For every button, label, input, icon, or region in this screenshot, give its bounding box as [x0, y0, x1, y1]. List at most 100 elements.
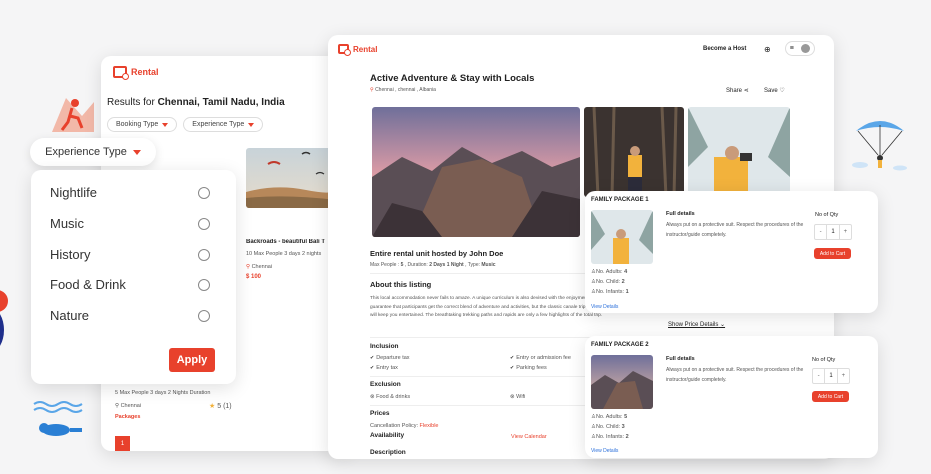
full-details-title: Full details — [666, 211, 695, 217]
paraglider-illustration — [850, 113, 910, 173]
about-text: This local accommodation never fails to … — [370, 296, 608, 318]
detail-brand[interactable]: Rental — [338, 44, 378, 56]
radio-button[interactable] — [198, 309, 210, 322]
option-music[interactable]: Music — [50, 216, 210, 231]
adults-value: 4 — [624, 269, 628, 275]
result-card2-rating-text: 5 (1) — [217, 403, 232, 410]
location-pin-icon: ⚲ — [246, 264, 251, 270]
results-filters: Booking Type Experience Type — [107, 117, 264, 132]
qty-value[interactable]: 1 — [824, 369, 838, 383]
gallery-image-2[interactable] — [584, 107, 684, 197]
save-button[interactable]: Save ♡ — [764, 87, 785, 94]
menu-icon: ≡ — [789, 45, 794, 52]
radio-button[interactable] — [198, 248, 210, 261]
quantity-stepper[interactable]: -1 + — [812, 368, 850, 384]
quantity-stepper[interactable]: -1 + — [814, 224, 852, 240]
view-calendar-link[interactable]: View Calendar — [511, 434, 547, 440]
listing-title: Active Adventure & Stay with Locals — [370, 73, 535, 84]
chevron-down-icon — [132, 149, 141, 155]
pagination-page[interactable]: 1 — [115, 436, 130, 451]
minus-button[interactable]: - — [815, 225, 826, 239]
inclusion-item: Parking fees — [510, 365, 547, 371]
radio-button[interactable] — [198, 278, 210, 291]
experience-type-label: Experience Type — [45, 146, 127, 158]
about-title: About this listing — [370, 280, 432, 289]
meta-label: , Duration: — [403, 262, 430, 268]
listing-location-text: Chennai , chennai , Albania — [375, 87, 436, 93]
result-card-image[interactable] — [246, 148, 336, 208]
detail-brand-text: Rental — [353, 44, 378, 54]
meta-type: Music — [481, 262, 496, 268]
package-title: FAMILY PACKAGE 1 — [591, 197, 649, 203]
globe-icon[interactable]: ⊕ — [764, 45, 771, 54]
add-to-cart-button[interactable]: Add to Cart — [814, 248, 851, 259]
chevron-down-icon — [248, 122, 255, 127]
inclusion-item: Departure tax — [370, 355, 409, 361]
experience-type-button[interactable]: Experience Type — [30, 138, 156, 166]
results-brand[interactable]: Rental — [113, 66, 159, 80]
meta-label: Max People : — [370, 262, 401, 268]
option-nightlife[interactable]: Nightlife — [50, 185, 210, 200]
result-card2-rating: ★ 5 (1) — [209, 402, 232, 410]
listing-location: ⚲ Chennai , chennai , Albania — [370, 87, 436, 93]
gallery-main-image[interactable] — [372, 107, 580, 237]
package-title: FAMILY PACKAGE 2 — [591, 342, 649, 348]
option-label: Nature — [50, 308, 90, 323]
results-title-place: Chennai, Tamil Nadu, India — [157, 97, 285, 108]
radio-button[interactable] — [198, 217, 210, 230]
package-adults: ♙No. Adults: 4 — [591, 269, 627, 275]
cross-circle-icon: ⊗ — [370, 394, 375, 400]
star-icon: ★ — [209, 403, 216, 410]
divider — [370, 405, 614, 406]
exclusion-item: ⊗ Wifi — [510, 394, 525, 400]
filter-experience-label: Experience Type — [192, 121, 245, 128]
result-card2-location-text: Chennai — [120, 403, 142, 409]
results-brand-text: Rental — [131, 67, 159, 77]
package-infants: ♙No. Infants: 2 — [591, 434, 629, 440]
radio-button[interactable] — [198, 186, 210, 199]
package-adults: ♙No. Adults: 5 — [591, 414, 627, 420]
divider — [370, 337, 614, 338]
chevron-down-icon: ⌄ — [720, 322, 726, 328]
view-details-link[interactable]: View Details — [591, 448, 618, 454]
plus-button[interactable]: + — [840, 225, 851, 239]
option-nature[interactable]: Nature — [50, 308, 210, 323]
cancel-value: Flexible — [419, 423, 439, 429]
package-child: ♙No. Child: 3 — [591, 424, 625, 430]
option-food-drink[interactable]: Food & Drink — [50, 277, 210, 292]
show-price-details[interactable]: Show Price Details ⌄ — [668, 321, 725, 328]
hiker-illustration — [48, 88, 98, 138]
result-card2-tag[interactable]: Packages — [115, 414, 140, 420]
result-card-title[interactable]: Backroads - beautiful Bali T — [246, 239, 336, 245]
user-menu[interactable]: ≡ — [785, 41, 815, 56]
become-host-link[interactable]: Become a Host — [703, 46, 746, 52]
option-history[interactable]: History — [50, 247, 210, 262]
inclusion-item: Entry tax — [370, 365, 398, 371]
view-details-link[interactable]: View Details — [591, 304, 618, 310]
filter-experience-type[interactable]: Experience Type — [183, 117, 264, 132]
full-details-title: Full details — [666, 356, 695, 362]
child-value: 3 — [621, 424, 625, 430]
qty-label: No of Qty — [812, 357, 836, 363]
results-title: Results for Chennai, Tamil Nadu, India — [107, 97, 285, 108]
share-button[interactable]: Share ⋖ — [726, 87, 749, 94]
child-value: 2 — [621, 279, 625, 285]
result-card2-location: ⚲ Chennai — [115, 403, 141, 409]
inclusion-item: Entry or admission fee — [510, 355, 571, 361]
divider — [370, 376, 614, 377]
add-to-cart-button[interactable]: Add to Cart — [812, 391, 849, 402]
minus-button[interactable]: - — [813, 369, 824, 383]
exclusion-item: ⊗ Food & drinks — [370, 394, 410, 400]
filter-booking-label: Booking Type — [116, 121, 159, 128]
adults-label: No. Adults: — [595, 269, 625, 275]
plus-button[interactable]: + — [838, 369, 849, 383]
gallery-image-3[interactable] — [688, 107, 790, 197]
qty-value[interactable]: 1 — [826, 225, 840, 239]
share-label: Share — [726, 88, 743, 94]
brand-logo-icon — [338, 44, 351, 56]
location-pin-icon: ⚲ — [115, 403, 120, 409]
filter-booking-type[interactable]: Booking Type — [107, 117, 178, 132]
package-infants: ♙No. Infants: 1 — [591, 289, 629, 295]
apply-button[interactable]: Apply — [169, 348, 215, 372]
adults-label: No. Adults: — [595, 414, 625, 420]
